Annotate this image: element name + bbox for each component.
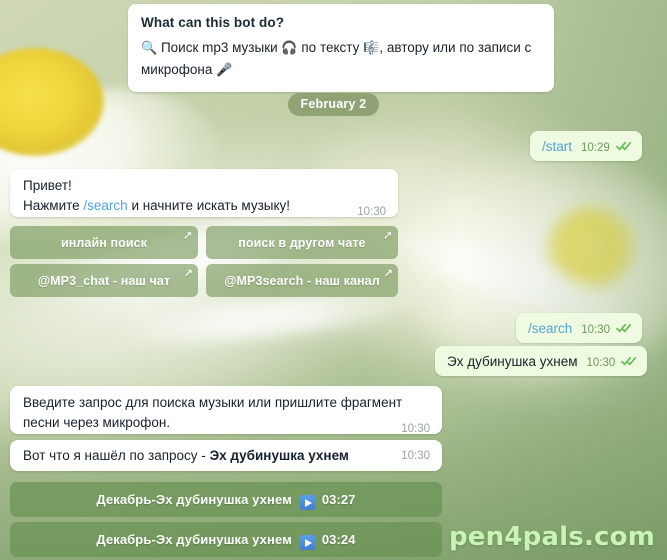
search-result-button-1[interactable]: Декабрь-Эх дубинушка ухнем 03:24 [10,522,442,557]
date-divider: February 2 [0,93,667,116]
inline-button-label-0: инлайн поиск [60,235,148,250]
message-text-found: Вот что я нашёл по запросу - Эх дубинушк… [23,446,349,466]
search-result-duration-0: 03:27 [321,492,356,507]
message-time-start: 10:29 [581,142,610,154]
external-link-arrow-icon: ➚ [182,228,193,242]
message-time-query: 10:30 [586,357,616,369]
message-bubble-outgoing-search[interactable]: /search 10:30 [516,313,643,343]
message-time-found: 10:30 [401,450,430,462]
greeting-suffix: и начните искать музыку! [127,198,291,213]
headphones-icon: 🎧 [281,41,298,56]
search-command-link[interactable]: /search [83,198,127,213]
message-text-search[interactable]: /search [528,319,572,339]
message-bubble-outgoing-start[interactable]: /start 10:29 [530,131,642,161]
read-receipt-double-check-icon [616,323,632,333]
inline-button-inline-search[interactable]: инлайн поиск ➚ [10,226,198,259]
play-button-icon [299,495,315,510]
search-result-button-0[interactable]: Декабрь-Эх дубинушка ухнем 03:27 [10,482,442,517]
message-text-start[interactable]: /start [542,137,572,157]
message-text-greeting-line1: Привет! [23,178,72,193]
bot-description-text-part2: по тексту [301,40,360,55]
external-link-arrow-icon: ↗ [383,267,393,280]
bot-description-text-part1: Поиск mp3 музыки [160,40,278,55]
search-result-title-1: Декабрь-Эх дубинушка ухнем [96,532,292,547]
play-button-icon [299,535,315,550]
read-receipt-double-check-icon [615,141,632,151]
message-bubble-outgoing-query[interactable]: Эх дубинушка ухнем 10:30 [435,346,648,376]
message-time-greeting: 10:30 [357,206,386,218]
found-text-prefix: Вот что я нашёл по запросу - [23,448,210,463]
message-bubble-incoming-greeting[interactable]: Привет! Нажмите /search и начните искать… [10,169,398,218]
bot-description-panel: What can this bot do? 🔍 Поиск mp3 музыки… [128,4,554,92]
inline-button-mp3-chat[interactable]: @MP3_chat - наш чат ↗ [10,264,198,297]
search-result-title-0: Декабрь-Эх дубинушка ухнем [96,492,292,507]
bot-description-text: 🔍 Поиск mp3 музыки 🎧 по тексту 🎼, автору… [141,37,541,81]
site-watermark: pen4pals.com [448,522,655,552]
date-pill-label: February 2 [287,93,380,116]
inline-button-search-other-chat[interactable]: поиск в другом чате ➚ [206,226,398,259]
inline-button-mp3-channel[interactable]: @MP3search - наш канал ↗ [206,264,398,297]
magnifier-icon: 🔍 [141,41,158,56]
bot-description-title: What can this bot do? [141,15,285,30]
microphone-icon: 🎤 [216,63,233,78]
message-bubble-incoming-found[interactable]: Вот что я нашёл по запросу - Эх дубинушк… [10,440,442,471]
inline-button-label-2: @MP3_chat - наш чат [37,273,171,288]
external-link-arrow-icon: ➚ [382,228,393,242]
external-link-arrow-icon: ↗ [183,267,193,280]
inline-button-label-3: @MP3search - наш канал [224,273,380,288]
read-receipt-double-check-icon [621,356,637,366]
musical-score-icon: 🎼 [363,41,380,56]
greeting-prefix: Нажмите [23,198,84,213]
message-time-search: 10:30 [581,324,611,336]
inline-button-label-1: поиск в другом чате [238,235,366,250]
message-time-prompt: 10:30 [401,423,430,435]
found-text-query: Эх дубинушка ухнем [209,448,349,463]
message-text-query: Эх дубинушка ухнем [447,354,578,369]
search-result-duration-1: 03:24 [321,532,356,547]
message-bubble-incoming-prompt[interactable]: Введите запрос для поиска музыки или при… [10,386,442,435]
chat-message-list: What can this bot do? 🔍 Поиск mp3 музыки… [0,0,667,560]
